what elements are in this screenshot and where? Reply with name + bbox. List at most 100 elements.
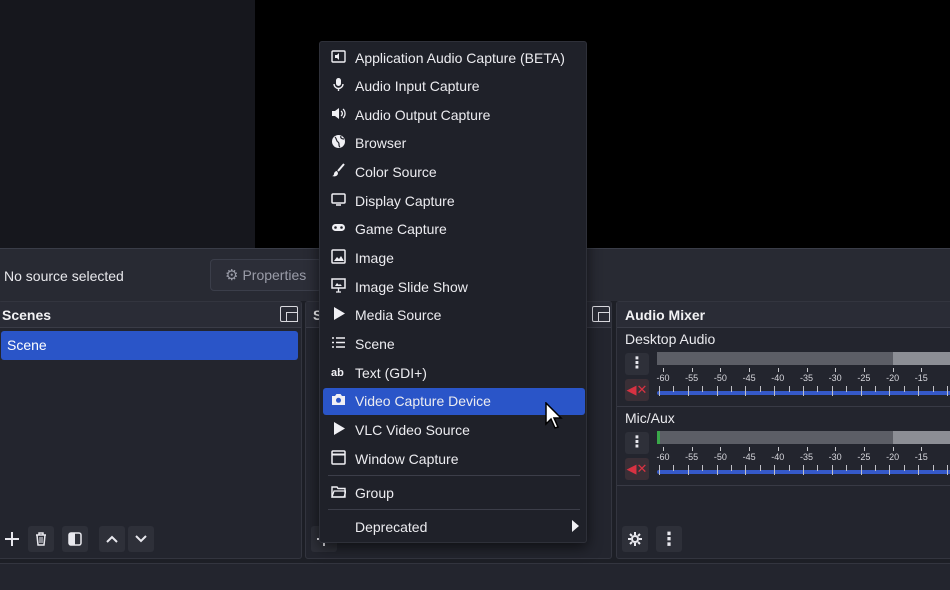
channel-menu-button[interactable]: ⋮ — [625, 353, 649, 375]
scenes-dock-header: Scenes — [0, 302, 301, 328]
scene-filters-button[interactable] — [62, 526, 88, 552]
fader-tick — [702, 386, 704, 392]
menu-item-image-slide-show[interactable]: Image Slide Show — [323, 273, 585, 300]
scene-list-item[interactable]: Scene — [1, 331, 298, 360]
scale-label: -15 — [914, 373, 928, 383]
properties-label: Properties — [242, 267, 307, 283]
scale-tick — [835, 447, 837, 451]
scenes-toolbar — [0, 522, 301, 558]
menu-item-application-audio-capture-beta[interactable]: Application Audio Capture (BETA) — [323, 44, 585, 71]
fader-tick — [774, 465, 776, 475]
scale-tick — [921, 368, 923, 372]
channel-name: Desktop Audio — [625, 331, 716, 347]
kebab-menu-icon: ⋮ — [660, 529, 678, 549]
speaker-icon — [323, 106, 353, 124]
scale-label: -30 — [828, 452, 842, 462]
menu-item-media-source[interactable]: Media Source — [323, 302, 585, 329]
fader-tick — [875, 386, 876, 392]
fader-tick — [702, 465, 704, 471]
fader-tick — [860, 465, 862, 475]
audio-mixer-title: Audio Mixer — [625, 307, 706, 323]
volume-meter — [657, 431, 950, 444]
muted-speaker-icon: ◀✕ — [626, 382, 648, 397]
menu-item-label: Display Capture — [355, 192, 455, 209]
menu-item-color-source[interactable]: Color Source — [323, 159, 585, 186]
camera-icon — [323, 392, 353, 410]
mute-button[interactable]: ◀✕ — [625, 379, 649, 401]
scale-label: -20 — [886, 373, 900, 383]
scale-tick — [892, 368, 894, 372]
text-icon: ab — [323, 364, 353, 382]
fader-tick — [889, 465, 891, 475]
menu-item-label: Video Capture Device — [355, 393, 491, 410]
menu-item-label: Game Capture — [355, 221, 447, 238]
mouse-cursor-icon — [545, 402, 563, 429]
scale-label: -45 — [742, 452, 756, 462]
meter-scale: -60 -55 -50 -45 -40 -35 -30 -25 -20 -15 — [656, 368, 950, 388]
menu-item-label: Group — [355, 484, 394, 501]
fader-tick — [731, 386, 732, 392]
mute-button[interactable]: ◀✕ — [625, 458, 649, 480]
menu-item-audio-input-capture[interactable]: Audio Input Capture — [323, 73, 585, 100]
fader-tick — [875, 465, 876, 471]
menu-item-label: Scene — [355, 336, 395, 352]
chevron-down-icon — [135, 535, 147, 543]
fader-tick — [687, 386, 689, 396]
fader-tick — [759, 386, 761, 392]
scale-tick — [663, 447, 664, 451]
advanced-audio-button[interactable] — [622, 526, 648, 552]
channel-menu-button[interactable]: ⋮ — [625, 432, 649, 454]
fader-tick — [860, 386, 862, 396]
menu-item-scene[interactable]: Scene — [323, 331, 585, 358]
brush-icon — [323, 163, 353, 181]
folder-icon — [323, 484, 353, 502]
menu-item-game-capture[interactable]: Game Capture — [323, 216, 585, 243]
fader-tick — [889, 386, 891, 396]
menu-item-text-gdi[interactable]: ab Text (GDI+) — [323, 359, 585, 386]
menu-item-window-capture[interactable]: Window Capture — [323, 445, 585, 472]
muted-speaker-icon: ◀✕ — [626, 461, 648, 476]
scale-label: -50 — [713, 373, 727, 383]
add-scene-button[interactable] — [0, 526, 25, 552]
audio-mixer-dock: Audio Mixer Desktop Audio ⋮ ◀✕ -60 -55 -50… — [616, 301, 950, 559]
menu-item-display-capture[interactable]: Display Capture — [323, 187, 585, 214]
svg-text:ab: ab — [331, 367, 344, 379]
menu-item-label: Text (GDI+) — [355, 364, 427, 381]
move-scene-down-button[interactable] — [128, 526, 154, 552]
list-icon — [323, 335, 353, 353]
slideshow-icon — [323, 277, 353, 296]
submenu-arrow-icon — [572, 520, 579, 532]
add-source-menu: Application Audio Capture (BETA) Audio In… — [319, 41, 587, 543]
menu-item-image[interactable]: Image — [323, 245, 585, 272]
scale-tick — [863, 368, 865, 372]
mixer-channel-mic-aux: Mic/Aux ⋮ ◀✕ -60 -55 -50 -45 -40 -35 -30 -25 -20… — [617, 408, 950, 486]
move-scene-up-button[interactable] — [99, 526, 125, 552]
fader-tick — [947, 465, 948, 475]
gear-icon — [628, 532, 642, 546]
audio-mixer-header: Audio Mixer — [617, 302, 950, 328]
menu-item-label: VLC Video Source — [355, 421, 470, 438]
scale-label: -35 — [799, 452, 814, 462]
remove-scene-button[interactable] — [28, 526, 54, 552]
meter-high-zone — [893, 431, 950, 444]
status-bar — [0, 563, 950, 590]
properties-button[interactable]: ⚙ Properties — [210, 259, 322, 291]
scale-label: -25 — [857, 452, 871, 462]
image-icon — [323, 249, 353, 267]
scale-tick — [749, 447, 751, 451]
gear-icon: ⚙ — [225, 267, 239, 284]
scale-label: -15 — [914, 452, 928, 462]
gamepad-icon — [323, 220, 353, 238]
float-dock-icon[interactable] — [592, 306, 610, 322]
menu-item-group[interactable]: Group — [323, 479, 585, 506]
scale-label: -55 — [685, 452, 699, 462]
menu-item-audio-output-capture[interactable]: Audio Output Capture — [323, 101, 585, 128]
scale-tick — [777, 447, 779, 451]
plus-icon — [5, 532, 19, 546]
menu-item-browser[interactable]: Browser — [323, 130, 585, 157]
meter-scale: -60 -55 -50 -45 -40 -35 -30 -25 -20 -15 — [656, 447, 950, 467]
float-dock-icon[interactable] — [280, 306, 298, 322]
mixer-menu-button[interactable]: ⋮ — [656, 526, 682, 552]
menu-item-deprecated[interactable]: Deprecated — [323, 513, 585, 540]
chevron-up-icon — [106, 535, 118, 543]
